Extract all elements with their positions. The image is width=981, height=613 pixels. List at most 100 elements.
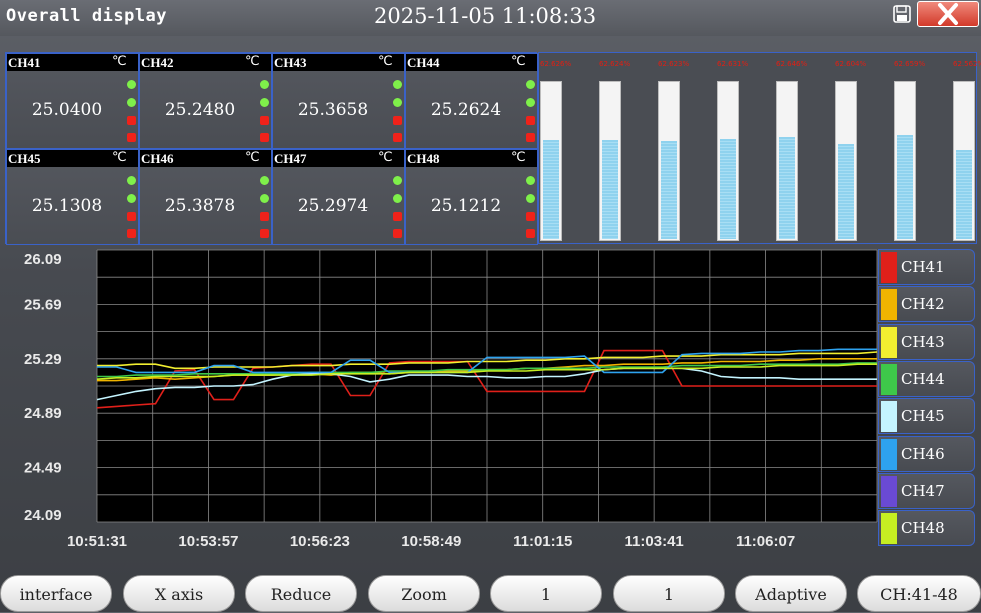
zoom-button[interactable]: Zoom bbox=[368, 575, 480, 612]
status-led-green bbox=[260, 194, 269, 203]
unit-label: ℃ bbox=[378, 150, 393, 165]
adaptive-button[interactable]: Adaptive bbox=[735, 575, 847, 612]
legend-item-ch46[interactable]: CH46 bbox=[878, 435, 975, 472]
channel-card-ch44[interactable]: CH44 ℃ 25.2624 bbox=[405, 53, 538, 149]
value-1-button[interactable]: 1 bbox=[490, 575, 602, 612]
status-led-green bbox=[393, 176, 402, 185]
legend-item-ch42[interactable]: CH42 bbox=[878, 286, 975, 323]
channel-card-ch42[interactable]: CH42 ℃ 25.2480 bbox=[139, 53, 272, 149]
channel-value: 25.0400 bbox=[31, 100, 103, 120]
legend-label: CH43 bbox=[901, 332, 945, 351]
unit-label: ℃ bbox=[511, 54, 526, 69]
y-tick-label: 24.09 bbox=[24, 507, 62, 524]
save-icon[interactable] bbox=[892, 4, 912, 24]
channel-card-ch48[interactable]: CH48 ℃ 25.1212 bbox=[405, 149, 538, 245]
legend-item-ch44[interactable]: CH44 bbox=[878, 360, 975, 397]
channel-card-ch47[interactable]: CH47 ℃ 25.2974 bbox=[272, 149, 405, 245]
channel-card-ch43[interactable]: CH43 ℃ 25.3658 bbox=[272, 53, 405, 149]
channel-card-ch41[interactable]: CH41 ℃ 25.0400 bbox=[6, 53, 139, 149]
alarm-led-red bbox=[526, 133, 535, 142]
alarm-led-red bbox=[393, 212, 402, 221]
status-led-green bbox=[127, 176, 136, 185]
gauge-label: 62.604% bbox=[835, 60, 867, 68]
legend-swatch bbox=[881, 363, 897, 395]
status-led-green bbox=[393, 194, 402, 203]
status-led-green bbox=[526, 194, 535, 203]
gauge-bar bbox=[894, 81, 916, 241]
y-tick-label: 24.89 bbox=[24, 405, 62, 422]
gauge-bar bbox=[540, 81, 562, 241]
x-tick-label: 11:03:41 bbox=[625, 533, 684, 550]
channel-card-ch45[interactable]: CH45 ℃ 25.1308 bbox=[6, 149, 139, 245]
channel-name: CH45 bbox=[8, 151, 41, 166]
gauge-bar bbox=[835, 81, 857, 241]
legend-item-ch47[interactable]: CH47 bbox=[878, 472, 975, 509]
gauge-fill bbox=[661, 141, 677, 239]
y-tick-label: 26.09 bbox=[24, 251, 62, 268]
x-tick-label: 11:01:15 bbox=[513, 533, 572, 550]
gauge-bar bbox=[953, 81, 975, 241]
channel-value: 25.3878 bbox=[164, 196, 236, 216]
alarm-led-red bbox=[260, 212, 269, 221]
channel-card-ch46[interactable]: CH46 ℃ 25.3878 bbox=[139, 149, 272, 245]
legend-label: CH42 bbox=[901, 295, 945, 314]
status-led-green bbox=[260, 80, 269, 89]
channel-name: CH47 bbox=[274, 151, 307, 166]
gauge-label: 62.623% bbox=[658, 60, 690, 68]
legend-item-ch48[interactable]: CH48 bbox=[878, 510, 975, 547]
channel-value: 25.3658 bbox=[297, 100, 369, 120]
alarm-led-red bbox=[127, 116, 136, 125]
legend-item-ch43[interactable]: CH43 bbox=[878, 323, 975, 360]
alarm-led-red bbox=[526, 212, 535, 221]
channel-name: CH42 bbox=[141, 55, 174, 70]
alarm-led-red bbox=[127, 229, 136, 238]
status-led-green bbox=[526, 176, 535, 185]
legend-label: CH41 bbox=[901, 258, 945, 276]
legend-swatch bbox=[881, 513, 897, 545]
alarm-led-red bbox=[526, 116, 535, 125]
value-2-button[interactable]: 1 bbox=[613, 575, 725, 612]
gauge-bar bbox=[717, 81, 739, 241]
channel-value: 25.2480 bbox=[164, 100, 236, 120]
gauge-label: 62.624% bbox=[599, 60, 631, 68]
alarm-led-red bbox=[260, 133, 269, 142]
alarm-led-red bbox=[260, 229, 269, 238]
interface-button[interactable]: interface bbox=[0, 575, 112, 612]
datetime-display: 2025-11-05 11:08:33 bbox=[374, 4, 597, 28]
gauge-bar bbox=[658, 81, 680, 241]
gauge-label: 62.659% bbox=[894, 60, 926, 68]
legend-swatch bbox=[881, 401, 897, 433]
gauge-fill bbox=[602, 140, 618, 239]
channel-value: 25.1212 bbox=[430, 196, 502, 216]
legend-label: CH47 bbox=[901, 481, 945, 500]
channel-value: 25.1308 bbox=[31, 196, 103, 216]
x-axis-button[interactable]: X axis bbox=[123, 575, 235, 612]
x-tick-label: 11:06:07 bbox=[736, 533, 795, 550]
legend-item-ch45[interactable]: CH45 bbox=[878, 398, 975, 435]
alarm-led-red bbox=[526, 229, 535, 238]
unit-label: ℃ bbox=[245, 54, 260, 69]
legend-label: CH46 bbox=[901, 444, 945, 463]
legend-item-ch41[interactable]: CH41 bbox=[878, 249, 975, 285]
x-tick-label: 10:58:49 bbox=[401, 533, 461, 550]
status-led-green bbox=[526, 80, 535, 89]
y-tick-label: 25.29 bbox=[24, 351, 62, 368]
gauge-fill bbox=[956, 150, 972, 239]
y-tick-label: 25.69 bbox=[24, 296, 62, 313]
legend-label: CH45 bbox=[901, 407, 945, 426]
unit-label: ℃ bbox=[378, 54, 393, 69]
bar-gauges-panel: 62.626% 62.624% 62.623% 62.631% 62.646% 62.60… bbox=[538, 52, 981, 244]
gauge-fill bbox=[897, 135, 913, 239]
reduce-button[interactable]: Reduce bbox=[245, 575, 357, 612]
close-button[interactable] bbox=[917, 1, 979, 27]
gauge-bar bbox=[776, 81, 798, 241]
unit-label: ℃ bbox=[511, 150, 526, 165]
trend-chart[interactable]: 26.09 25.69 25.29 24.89 24.49 24.09 10:51:31 1… bbox=[0, 246, 981, 556]
channel-range-button[interactable]: CH:41-48 bbox=[857, 575, 981, 612]
channel-name: CH43 bbox=[274, 55, 307, 70]
status-led-green bbox=[127, 194, 136, 203]
channel-value: 25.2974 bbox=[297, 196, 369, 216]
legend-swatch bbox=[881, 326, 897, 358]
status-led-green bbox=[393, 98, 402, 107]
alarm-led-red bbox=[127, 212, 136, 221]
